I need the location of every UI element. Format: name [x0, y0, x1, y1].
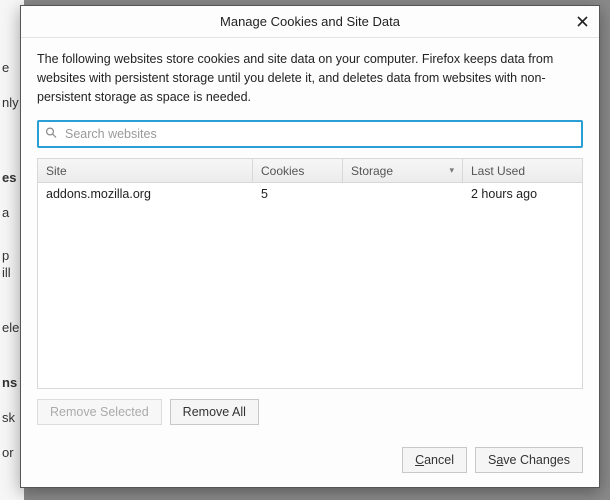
dialog-footer: Cancel Save Changes: [21, 435, 599, 487]
dialog-content: The following websites store cookies and…: [21, 38, 599, 435]
cell-cookies: 5: [253, 183, 343, 207]
close-icon: [577, 16, 588, 27]
remove-selected-label: Remove Selected: [50, 405, 149, 419]
search-field-wrap: [37, 120, 583, 148]
cell-site: addons.mozilla.org: [38, 183, 253, 207]
remove-actions: Remove Selected Remove All: [37, 399, 583, 425]
remove-all-button[interactable]: Remove All: [170, 399, 259, 425]
remove-selected-button[interactable]: Remove Selected: [37, 399, 162, 425]
column-header-site[interactable]: Site: [38, 159, 253, 182]
dialog-titlebar: Manage Cookies and Site Data: [21, 6, 599, 38]
column-header-lastused[interactable]: Last Used: [463, 159, 582, 182]
column-header-cookies[interactable]: Cookies: [253, 159, 343, 182]
table-row[interactable]: addons.mozilla.org 5 2 hours ago: [38, 183, 582, 207]
dialog-description: The following websites store cookies and…: [37, 50, 583, 106]
table-header: Site Cookies Storage ▾ Last Used: [38, 159, 582, 183]
remove-all-label: Remove All: [183, 405, 246, 419]
manage-cookies-dialog: Manage Cookies and Site Data The followi…: [20, 5, 600, 488]
dialog-title: Manage Cookies and Site Data: [220, 14, 400, 29]
search-input[interactable]: [37, 120, 583, 148]
cell-storage: [343, 183, 463, 207]
table-body: addons.mozilla.org 5 2 hours ago: [38, 183, 582, 388]
column-header-storage[interactable]: Storage ▾: [343, 159, 463, 182]
save-changes-button[interactable]: Save Changes: [475, 447, 583, 473]
close-button[interactable]: [571, 10, 593, 32]
sites-table: Site Cookies Storage ▾ Last Used addons.…: [37, 158, 583, 389]
cancel-button[interactable]: Cancel: [402, 447, 467, 473]
sort-indicator-icon: ▾: [449, 165, 454, 176]
cell-lastused: 2 hours ago: [463, 183, 582, 207]
